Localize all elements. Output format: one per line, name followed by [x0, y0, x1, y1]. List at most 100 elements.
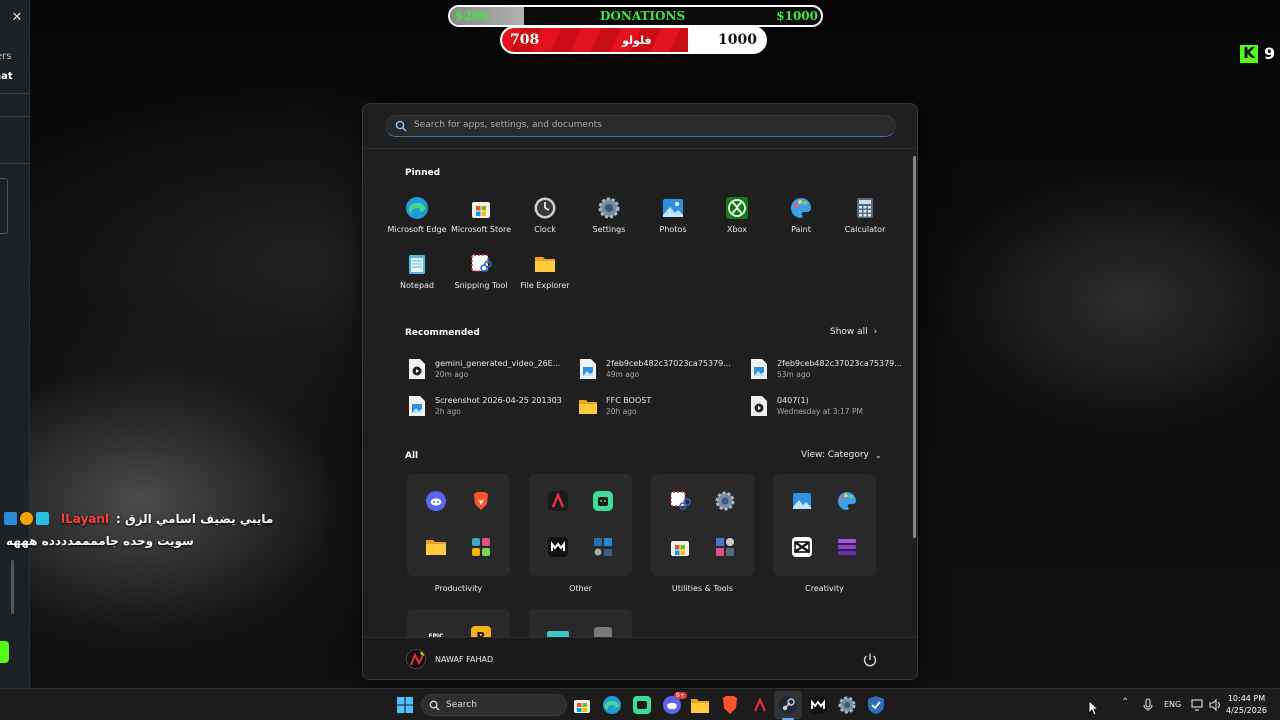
volume-icon[interactable]	[1208, 698, 1222, 712]
pinned-app-clock[interactable]: Clock	[513, 196, 577, 246]
affinity-icon	[548, 491, 568, 511]
chat-text[interactable]: hat	[0, 71, 13, 82]
image-file-icon	[580, 359, 596, 379]
pinned-app-photos[interactable]: Photos	[641, 196, 705, 246]
capcut-m-icon	[548, 537, 568, 557]
followers-label: فلولو	[622, 34, 652, 47]
power-icon[interactable]	[861, 651, 879, 669]
kick-logo-icon: K	[1240, 44, 1258, 63]
pinned-app-snipping-tool[interactable]: Snipping Tool	[449, 252, 513, 302]
panel-row[interactable]	[0, 93, 30, 117]
category-productivity[interactable]	[407, 474, 510, 576]
android-app-icon[interactable]	[632, 695, 652, 715]
category-creativity[interactable]	[773, 474, 876, 576]
avatar[interactable]	[406, 649, 426, 669]
pinned-app-store[interactable]: Microsoft Store	[449, 196, 513, 246]
category-utilities-tools[interactable]	[651, 474, 754, 576]
snipping-tool-icon	[670, 491, 691, 510]
followers-current: 708	[510, 32, 540, 48]
folder-icon[interactable]	[690, 695, 710, 715]
pinned-title: Pinned	[405, 168, 441, 178]
app-label: Microsoft Edge	[387, 225, 447, 234]
file-time: 53m ago	[777, 370, 811, 379]
recommended-item[interactable]: gemini_generated_video_26E... 20m ago	[407, 355, 567, 385]
category-other[interactable]	[529, 474, 632, 576]
pinned-app-notepad[interactable]: Notepad	[385, 252, 449, 302]
pinned-app-edge[interactable]: Microsoft Edge	[385, 196, 449, 246]
close-icon[interactable]: ✕	[6, 6, 28, 28]
folder-icon	[579, 400, 597, 414]
recommended-item[interactable]: 2feb9ceb482c37023ca75379... 53m ago	[749, 355, 909, 385]
panel-row[interactable]	[0, 138, 30, 164]
recommended-item[interactable]: FFC BOOST 20h ago	[578, 392, 738, 422]
folder-icon	[535, 257, 555, 272]
category-label: Other	[569, 584, 592, 593]
brave-icon[interactable]	[720, 695, 740, 715]
notepad-icon	[409, 255, 425, 274]
search-icon	[395, 120, 407, 132]
pinned-app-file-explorer[interactable]: File Explorer	[513, 252, 577, 302]
pinned-app-calculator[interactable]: Calculator	[833, 196, 897, 246]
recommended-item[interactable]: 2feb9ceb482c37023ca75379... 49m ago	[578, 355, 738, 385]
app-label: Xbox	[727, 225, 747, 234]
pinned-app-settings[interactable]: Settings	[577, 196, 641, 246]
recommended-item[interactable]: Screenshot 2026-04-25 201303 2h ago	[407, 392, 567, 422]
layers-icon	[838, 539, 856, 555]
language-indicator[interactable]: ENG	[1164, 700, 1181, 709]
recommended-title: Recommended	[405, 328, 480, 338]
pinned-app-xbox[interactable]: Xbox	[705, 196, 769, 246]
taskbar-search-box[interactable]: Search	[421, 694, 567, 716]
file-name: 2feb9ceb482c37023ca75379...	[606, 359, 731, 368]
app-label: File Explorer	[520, 281, 570, 290]
vpn-shield-icon[interactable]	[866, 695, 886, 715]
pinned-app-paint[interactable]: Paint	[769, 196, 833, 246]
show-all-button[interactable]: Show all ›	[824, 324, 883, 340]
paint-palette-icon	[791, 198, 811, 218]
video-file-icon	[409, 359, 425, 379]
network-icon[interactable]	[1191, 698, 1205, 712]
clock-icon	[534, 197, 556, 219]
kick-viewer-count: K 9	[1240, 44, 1275, 63]
taskbar-search-label: Search	[446, 700, 477, 710]
snipping-tool-icon	[471, 254, 492, 272]
file-time: Wednesday at 3:17 PM	[777, 407, 863, 416]
steam-icon[interactable]	[778, 695, 798, 715]
viewers-text: ers	[0, 51, 12, 62]
discord-icon	[426, 491, 446, 511]
settings-gear-icon[interactable]	[837, 695, 857, 715]
multi-app-icon	[594, 538, 612, 556]
view-category-dropdown[interactable]: View: Category ⌄	[795, 447, 888, 463]
settings-gear-icon	[598, 197, 620, 219]
panel-card[interactable]	[0, 178, 8, 234]
chevron-right-icon: ›	[873, 327, 878, 337]
store-icon[interactable]	[572, 695, 592, 715]
recommended-item[interactable]: 0407(1) Wednesday at 3:17 PM	[749, 392, 909, 422]
kick-green-button[interactable]	[0, 641, 9, 663]
user-name[interactable]: NAWAF FAHAD	[435, 655, 493, 664]
clock-date: 4/25/2026	[1226, 706, 1268, 715]
panel-scrollbar[interactable]	[11, 560, 14, 614]
photos-icon	[663, 199, 683, 217]
folder-icon	[426, 540, 446, 555]
capcut-m-icon[interactable]	[808, 695, 828, 715]
followers-goal: 1000	[718, 32, 757, 48]
edge-icon[interactable]	[602, 695, 622, 715]
affinity-icon[interactable]	[750, 695, 770, 715]
app-label: Photos	[659, 225, 687, 234]
video-file-icon	[751, 396, 767, 416]
chat-username: lLayanl	[61, 512, 110, 526]
start-scrollbar[interactable]	[913, 156, 916, 538]
start-search-input[interactable]: Search for apps, settings, and documents	[385, 115, 896, 137]
show-all-label: Show all	[830, 327, 868, 337]
discord-notification-badge: 9+	[674, 692, 687, 699]
mouse-cursor-icon	[1088, 700, 1098, 716]
taskbar-clock[interactable]: 10:44 PM 4/25/2026	[1226, 693, 1267, 717]
grid-app-icon	[472, 538, 490, 556]
clock-time: 10:44 PM	[1227, 694, 1266, 703]
view-label: View: Category	[801, 450, 869, 460]
chevron-up-icon[interactable]: ⌃	[1121, 697, 1129, 708]
app-label: Settings	[592, 225, 626, 234]
microphone-icon[interactable]	[1142, 698, 1154, 712]
windows-start-icon[interactable]	[395, 695, 415, 715]
app-label: Paint	[791, 225, 811, 234]
